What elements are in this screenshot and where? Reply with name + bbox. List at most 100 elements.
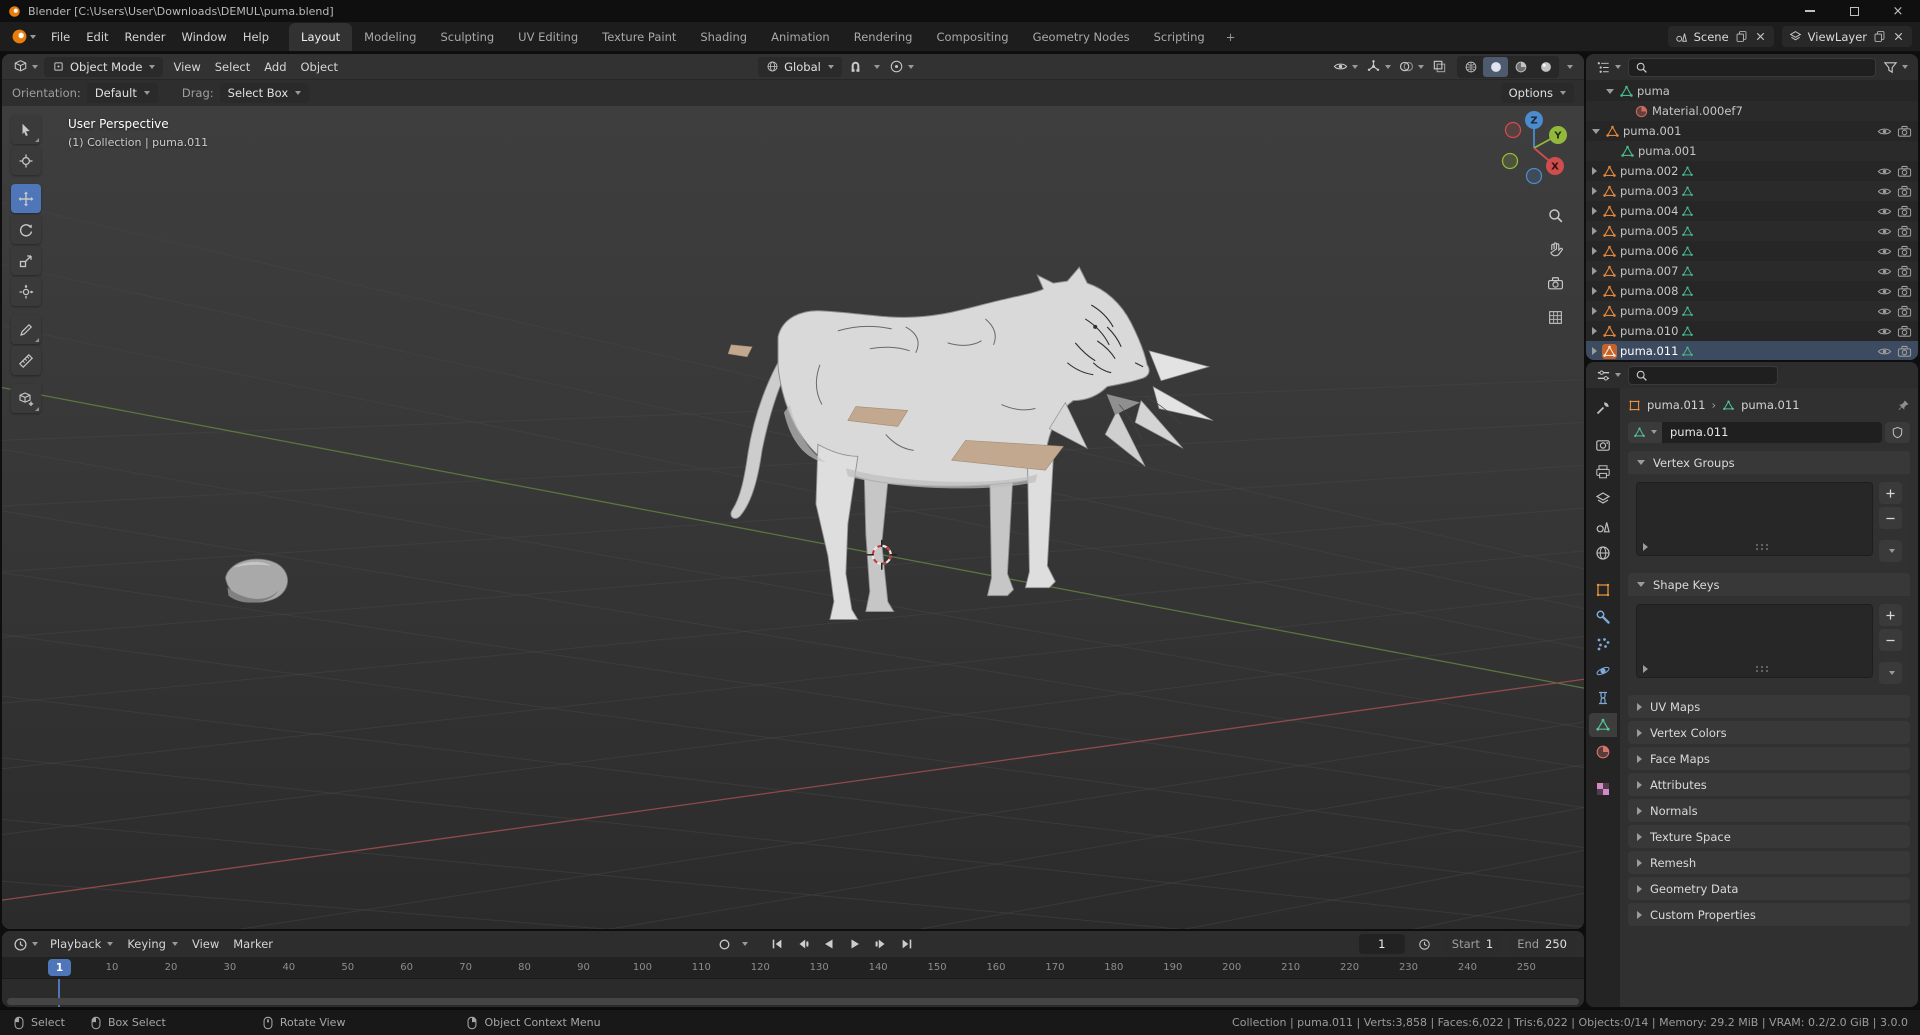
hide-in-viewport-toggle[interactable] (1876, 303, 1893, 320)
vertex-groups-specials-menu-button[interactable] (1879, 540, 1902, 562)
workspace-tab-animation[interactable]: Animation (759, 23, 842, 51)
panel-header-shape-keys[interactable]: Shape Keys (1628, 573, 1910, 596)
snapping-dropdown[interactable] (869, 56, 883, 78)
hide-in-viewport-toggle[interactable] (1876, 283, 1893, 300)
mode-dropdown[interactable]: Object Mode (44, 56, 164, 77)
list-filter-expander-icon[interactable] (1643, 543, 1648, 551)
timeline-ruler[interactable]: 1 10 20 30 40 50 60 70 80 90 100 110 120 130 140 150 16… (2, 957, 1584, 979)
outliner-search[interactable] (1628, 57, 1876, 77)
jump-to-start-button[interactable] (765, 934, 789, 954)
proportional-editing-toggle[interactable] (886, 56, 917, 78)
tool-scale[interactable] (11, 246, 41, 275)
properties-tab-particles[interactable] (1589, 632, 1617, 656)
disable-in-renders-toggle[interactable] (1896, 183, 1913, 200)
expander-icon[interactable] (1606, 88, 1614, 94)
panel-header-vertex-colors[interactable]: Vertex Colors (1628, 721, 1910, 744)
workspace-tab-scripting[interactable]: Scripting (1142, 23, 1217, 51)
play-button[interactable] (843, 934, 867, 954)
snapping-toggle[interactable] (845, 56, 866, 78)
outliner-row-puma-003[interactable]: puma.003 (1586, 181, 1918, 201)
properties-tab-physics[interactable] (1589, 659, 1617, 683)
menu-window[interactable]: Window (173, 27, 234, 47)
list-resize-grip[interactable] (1755, 665, 1759, 669)
panel-header-remesh[interactable]: Remesh (1628, 851, 1910, 874)
tool-rotate[interactable] (11, 215, 41, 244)
expander-icon[interactable] (1592, 207, 1597, 215)
auto-keying-dropdown[interactable] (737, 933, 751, 955)
properties-tab-constraints[interactable] (1589, 686, 1617, 710)
gizmo-neg-x-axis[interactable] (1504, 121, 1522, 139)
expander-icon[interactable] (1592, 327, 1597, 335)
disable-in-renders-toggle[interactable] (1896, 323, 1913, 340)
expander-icon[interactable] (1592, 347, 1597, 355)
expander-icon[interactable] (1592, 247, 1597, 255)
outliner-row-puma-008[interactable]: puma.008 (1586, 281, 1918, 301)
jump-to-end-button[interactable] (895, 934, 919, 954)
remove-shape-keys-button[interactable] (1879, 629, 1902, 651)
scene-selector[interactable]: Scene (1667, 26, 1774, 47)
new-scene-icon[interactable] (1735, 30, 1748, 43)
tool-measure[interactable] (11, 346, 41, 375)
use-preview-range-toggle[interactable] (1413, 934, 1437, 954)
add-vertex-groups-button[interactable] (1879, 482, 1902, 504)
viewlayer-selector[interactable]: ViewLayer (1781, 26, 1912, 47)
disable-in-renders-toggle[interactable] (1896, 303, 1913, 320)
shape-keys-specials-menu-button[interactable] (1879, 662, 1902, 684)
properties-tab-view-layer[interactable] (1589, 487, 1617, 511)
object-type-visibility-button[interactable] (1330, 56, 1361, 78)
shading-rendered-button[interactable] (1533, 57, 1558, 77)
timeline-editor-type-button[interactable] (10, 933, 41, 955)
remove-viewlayer-icon[interactable] (1892, 30, 1905, 43)
tool-cursor[interactable] (11, 146, 41, 175)
breadcrumb-data[interactable]: puma.011 (1741, 398, 1799, 412)
disable-in-renders-toggle[interactable] (1896, 263, 1913, 280)
disable-in-renders-toggle[interactable] (1896, 203, 1913, 220)
timeline-scrollbar[interactable] (7, 998, 1579, 1005)
show-gizmos-button[interactable] (1363, 56, 1394, 78)
hide-in-viewport-toggle[interactable] (1876, 203, 1893, 220)
shading-solid-button[interactable] (1483, 56, 1508, 77)
workspace-tab-sculpting[interactable]: Sculpting (428, 23, 506, 51)
shading-wireframe-button[interactable] (1458, 57, 1483, 77)
vertex-groups-list[interactable] (1636, 482, 1873, 556)
timeline-menu-playback[interactable]: Playback (43, 935, 120, 953)
outliner-row-puma-002[interactable]: puma.002 (1586, 161, 1918, 181)
next-keyframe-button[interactable] (869, 934, 893, 954)
orientation-setting-dropdown[interactable]: Default (86, 83, 158, 103)
outliner-row-material-000ef7[interactable]: Material.000ef7 (1586, 101, 1918, 121)
tool-move[interactable] (11, 184, 41, 213)
panel-header-vertex-groups[interactable]: Vertex Groups (1628, 451, 1910, 474)
expander-icon[interactable] (1592, 307, 1597, 315)
viewport-menu-select[interactable]: Select (208, 58, 257, 76)
outliner-search-input[interactable] (1653, 60, 1869, 74)
unlink-scene-icon[interactable] (1754, 30, 1767, 43)
expander-icon[interactable] (1592, 267, 1597, 275)
frame-start-field[interactable]: Start 1 (1442, 934, 1503, 954)
viewport-camera-view-button[interactable] (1544, 272, 1567, 294)
outliner-row-puma-007[interactable]: puma.007 (1586, 261, 1918, 281)
properties-tab-tool[interactable] (1589, 396, 1617, 420)
viewport-pan-hand-button[interactable] (1544, 238, 1567, 260)
workspace-tab-modeling[interactable]: Modeling (352, 23, 428, 51)
minimize-button[interactable] (1788, 0, 1832, 22)
expander-icon[interactable] (1592, 187, 1597, 195)
menu-edit[interactable]: Edit (78, 27, 116, 47)
workspace-tab-compositing[interactable]: Compositing (924, 23, 1020, 51)
new-viewlayer-icon[interactable] (1873, 30, 1886, 43)
navigation-gizmo[interactable]: Z Y X (1494, 108, 1574, 188)
disable-in-renders-toggle[interactable] (1896, 343, 1913, 360)
panel-header-geometry-data[interactable]: Geometry Data (1628, 877, 1910, 900)
fake-user-toggle[interactable] (1885, 421, 1910, 443)
close-button[interactable]: × (1876, 0, 1920, 22)
previous-keyframe-button[interactable] (791, 934, 815, 954)
options-dropdown[interactable]: Options (1500, 83, 1574, 103)
shading-material-preview-button[interactable] (1508, 57, 1533, 77)
menu-render[interactable]: Render (117, 27, 174, 47)
panel-header-texture-space[interactable]: Texture Space (1628, 825, 1910, 848)
menu-file[interactable]: File (43, 27, 78, 47)
workspace-tab-texture-paint[interactable]: Texture Paint (590, 23, 688, 51)
properties-tab-render[interactable] (1589, 433, 1617, 457)
timeline-menu-marker[interactable]: Marker (226, 935, 280, 953)
hide-in-viewport-toggle[interactable] (1876, 323, 1893, 340)
workspace-tab-shading[interactable]: Shading (688, 23, 759, 51)
